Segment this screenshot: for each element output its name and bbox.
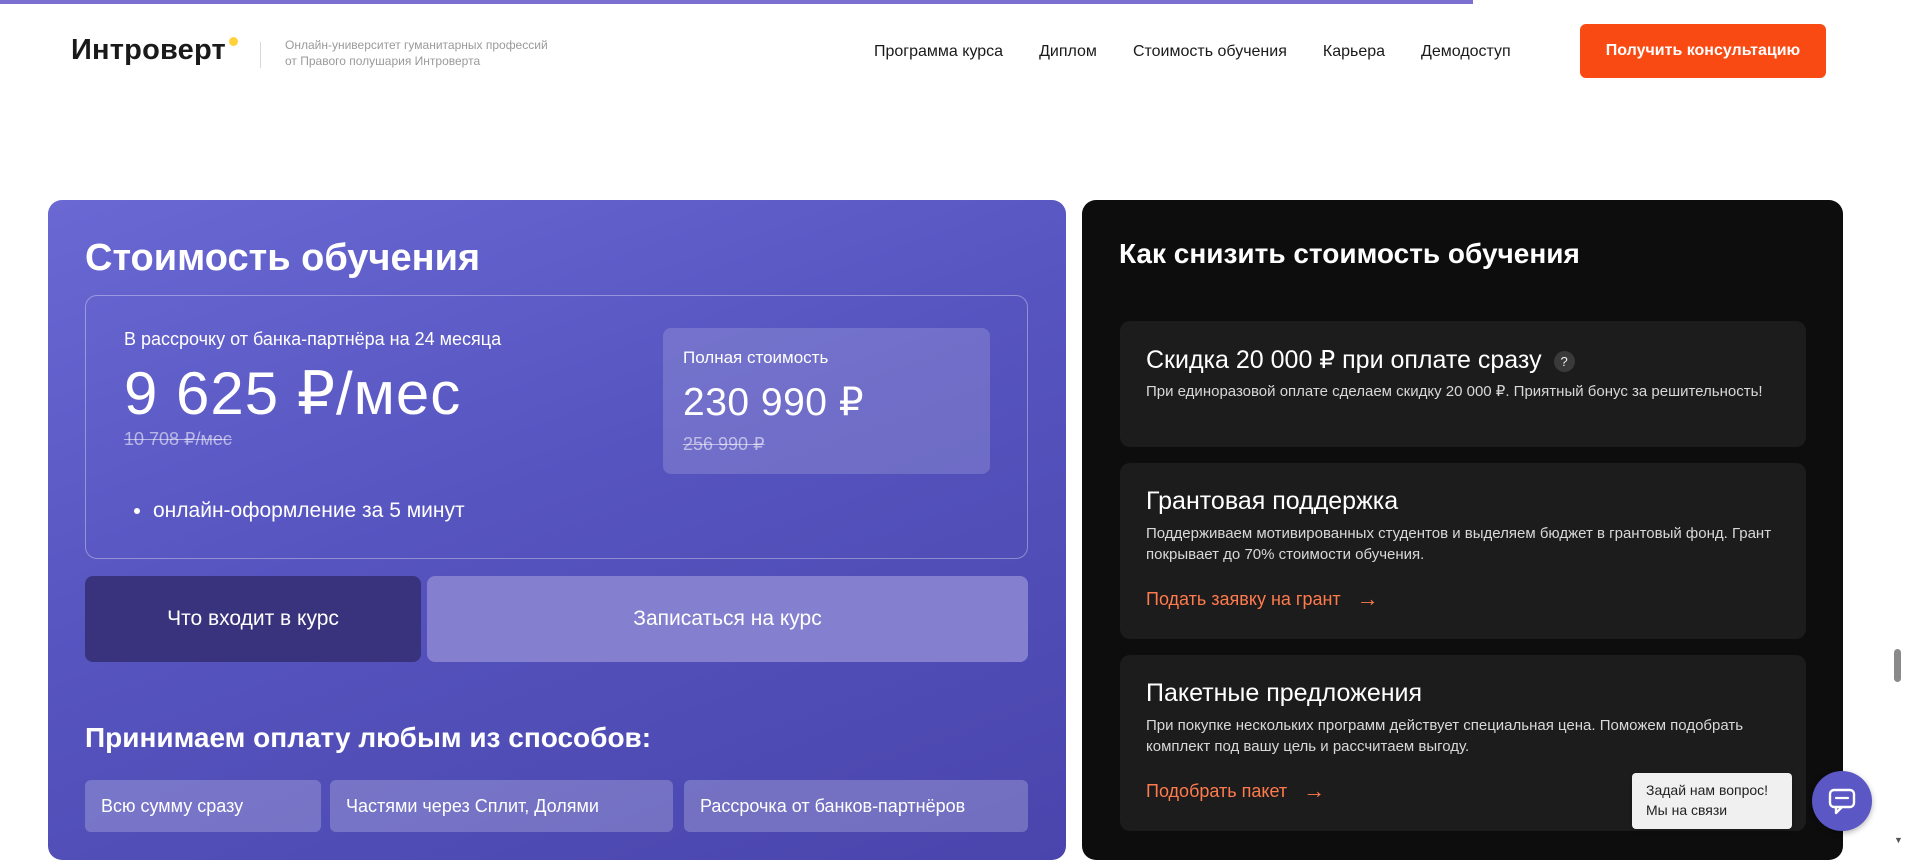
nav-pricing[interactable]: Стоимость обучения xyxy=(1133,43,1287,61)
installment-old-price: 10 708 ₽/мес xyxy=(124,429,232,449)
chat-tooltip-line-2: Мы на связи xyxy=(1646,802,1728,818)
main-nav: Программа курса Диплом Стоимость обучени… xyxy=(874,43,1547,61)
offer-title: Пакетные предложения xyxy=(1146,679,1423,707)
grant-apply-link-label: Подать заявку на грант xyxy=(1146,588,1341,609)
discounts-card: Как снизить стоимость обучения Скидка 20… xyxy=(1082,200,1843,860)
payment-title: Принимаем оплату любым из способов: xyxy=(85,722,652,753)
tagline-line-1: Онлайн-университет гуманитарных професси… xyxy=(285,38,548,52)
arrow-right-icon: → xyxy=(1356,586,1379,611)
offer-title-text: Скидка 20 000 ₽ при оплате сразу xyxy=(1146,346,1542,374)
chat-tooltip-line-1: Задай нам вопрос! xyxy=(1646,782,1769,798)
full-price: 230 990 ₽ xyxy=(683,381,865,424)
offer-title: Грантовая поддержка xyxy=(1146,487,1399,515)
full-price-label: Полная стоимость xyxy=(683,348,829,367)
nav-demo[interactable]: Демодоступ xyxy=(1421,43,1511,61)
package-select-link-label: Подобрать пакет xyxy=(1146,780,1288,801)
package-select-link[interactable]: Подобрать пакет → xyxy=(1146,778,1325,804)
question-icon[interactable]: ? xyxy=(1553,350,1575,372)
price-box: В рассрочку от банка-партнёра на 24 меся… xyxy=(85,295,1028,559)
scrollbar-thumb[interactable] xyxy=(1894,649,1901,682)
installment-bullet: онлайн-оформление за 5 минут xyxy=(124,499,465,523)
tagline: Онлайн-университет гуманитарных професси… xyxy=(285,37,605,69)
offer-card-discount: Скидка 20 000 ₽ при оплате сразу? При ед… xyxy=(1120,321,1806,447)
pricing-title: Стоимость обучения xyxy=(85,237,481,279)
grant-apply-link[interactable]: Подать заявку на грант → xyxy=(1146,586,1379,612)
consultation-button[interactable]: Получить консультацию xyxy=(1580,24,1826,78)
nav-career[interactable]: Карьера xyxy=(1323,43,1385,61)
offer-description: При единоразовой оплате сделаем скидку 2… xyxy=(1146,383,1763,400)
course-contents-button[interactable]: Что входит в курс xyxy=(85,576,421,662)
installment-price: 9 625 ₽/мес xyxy=(124,360,462,427)
chat-tooltip[interactable]: Задай нам вопрос! Мы на связи xyxy=(1632,773,1792,829)
pricing-card: Стоимость обучения В рассрочку от банка-… xyxy=(48,200,1066,860)
chat-button[interactable] xyxy=(1812,771,1872,831)
payment-method-full[interactable]: Всю сумму сразу xyxy=(85,780,321,832)
arrow-right-icon: → xyxy=(1303,778,1326,803)
scroll-down-arrow-icon[interactable]: ▼ xyxy=(1894,835,1903,845)
installment-label: В рассрочку от банка-партнёра на 24 меся… xyxy=(124,329,502,349)
nav-program[interactable]: Программа курса xyxy=(874,43,1003,61)
enroll-button[interactable]: Записаться на курс xyxy=(427,576,1028,662)
payment-method-split[interactable]: Частями через Сплит, Долями xyxy=(330,780,673,832)
logo[interactable]: Интроверт xyxy=(71,34,226,67)
logo-divider xyxy=(260,42,261,68)
tagline-line-2: от Правого полушария Интроверта xyxy=(285,54,481,68)
offer-description: Поддерживаем мотивированных студентов и … xyxy=(1146,525,1772,563)
discounts-title: Как снизить стоимость обучения xyxy=(1119,238,1580,269)
offer-description: При покупке нескольких программ действуе… xyxy=(1146,717,1744,755)
nav-diploma[interactable]: Диплом xyxy=(1039,43,1097,61)
full-price-box: Полная стоимость 230 990 ₽ 256 990 ₽ xyxy=(663,328,990,474)
payment-method-bank[interactable]: Рассрочка от банков-партнёров xyxy=(684,780,1028,832)
chat-icon xyxy=(1828,788,1856,815)
full-old-price: 256 990 ₽ xyxy=(683,434,765,454)
bullet-text: онлайн-оформление за 5 минут xyxy=(153,499,465,522)
logo-dot xyxy=(229,37,238,46)
offer-card-grant: Грантовая поддержка Поддерживаем мотивир… xyxy=(1120,463,1806,639)
offer-title: Скидка 20 000 ₽ при оплате сразу? xyxy=(1146,345,1575,375)
site-header: Интроверт Онлайн-университет гуманитарны… xyxy=(0,4,1905,97)
